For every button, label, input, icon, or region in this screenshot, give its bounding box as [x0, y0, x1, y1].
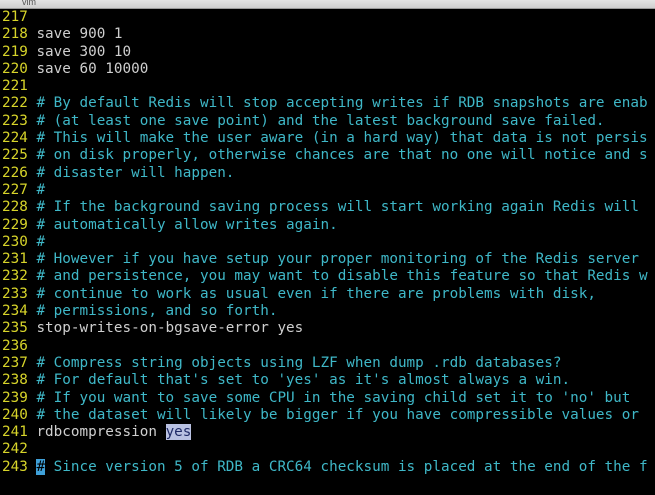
editor-line[interactable]: 228 # If the background saving process w…: [0, 199, 655, 216]
editor-line[interactable]: 220 save 60 10000: [0, 61, 655, 78]
line-number: 240: [2, 406, 28, 423]
editor-line[interactable]: 229 # automatically allow writes again.: [0, 217, 655, 234]
editor-line[interactable]: 221: [0, 78, 655, 95]
editor-line[interactable]: 234 # permissions, and so forth.: [0, 303, 655, 320]
editor-line[interactable]: 235 stop-writes-on-bgsave-error yes: [0, 320, 655, 337]
comment-text: # Compress string objects using LZF when…: [36, 354, 562, 371]
comment-text: # This will make the user aware (in a ha…: [36, 130, 648, 147]
line-number: 241: [2, 424, 28, 441]
editor-line[interactable]: 239 # If you want to save some CPU in th…: [0, 390, 655, 407]
line-text: stop-writes-on-bgsave-error yes: [36, 320, 304, 337]
line-text: rdbcompression: [36, 424, 166, 441]
line-number: 242: [2, 441, 28, 458]
line-number: 217: [2, 9, 28, 25]
line-number: 230: [2, 233, 28, 250]
line-text: Since version 5 of RDB a CRC64 checksum …: [45, 458, 648, 475]
comment-text: # If you want to save some CPU in the sa…: [36, 389, 631, 406]
line-number: 220: [2, 60, 28, 77]
search-match-highlight: yes: [165, 424, 192, 441]
comment-text: # For default that's set to 'yes' as it'…: [36, 372, 571, 389]
editor-line[interactable]: 236: [0, 338, 655, 355]
line-number: 231: [2, 251, 28, 268]
editor-line[interactable]: 233 # continue to work as usual even if …: [0, 286, 655, 303]
line-number: 227: [2, 181, 28, 198]
line-number: 229: [2, 216, 28, 233]
comment-text: #: [36, 181, 46, 198]
comment-text: # on disk properly, otherwise chances ar…: [36, 147, 648, 164]
editor-line[interactable]: 231 # However if you have setup your pro…: [0, 251, 655, 268]
line-number: 224: [2, 130, 28, 147]
line-text: save 300 10: [36, 43, 132, 60]
comment-text: # automatically allow writes again.: [36, 216, 338, 233]
vim-editor-buffer[interactable]: 217 218 save 900 1 219 save 300 10 220 sav…: [0, 9, 655, 495]
text-cursor: #: [36, 458, 46, 475]
line-number: 235: [2, 320, 28, 337]
editor-line[interactable]: 241 rdbcompression yes: [0, 424, 655, 441]
editor-line[interactable]: 227 #: [0, 182, 655, 199]
line-number: 237: [2, 354, 28, 371]
line-number: 222: [2, 95, 28, 112]
line-number: 234: [2, 303, 28, 320]
editor-line[interactable]: 226 # disaster will happen.: [0, 165, 655, 182]
line-text: save 900 1: [36, 26, 123, 43]
editor-line[interactable]: 237 # Compress string objects using LZF …: [0, 355, 655, 372]
editor-line[interactable]: 218 save 900 1: [0, 26, 655, 43]
editor-line[interactable]: 225 # on disk properly, otherwise chance…: [0, 147, 655, 164]
window-title: vim: [22, 0, 36, 7]
window-titlebar: vim: [0, 0, 655, 9]
line-number: 221: [2, 78, 28, 95]
editor-line[interactable]: 217: [0, 9, 655, 26]
editor-line[interactable]: 238 # For default that's set to 'yes' as…: [0, 372, 655, 389]
comment-text: # disaster will happen.: [36, 164, 235, 181]
line-number: 236: [2, 337, 28, 354]
editor-line[interactable]: 232 # and persistence, you may want to d…: [0, 268, 655, 285]
comment-text: # By default Redis will stop accepting w…: [36, 95, 648, 112]
line-number: 243: [2, 458, 28, 475]
editor-line[interactable]: 243 # Since version 5 of RDB a CRC64 che…: [0, 458, 655, 476]
comment-text: # and persistence, you may want to disab…: [36, 268, 648, 285]
comment-text: # the dataset will likely be bigger if y…: [36, 406, 639, 423]
editor-line[interactable]: 240 # the dataset will likely be bigger …: [0, 407, 655, 424]
editor-line[interactable]: 224 # This will make the user aware (in …: [0, 130, 655, 147]
comment-text: #: [36, 233, 46, 250]
comment-text: # continue to work as usual even if ther…: [36, 285, 596, 302]
editor-line[interactable]: 219 save 300 10: [0, 44, 655, 61]
line-number: 238: [2, 372, 28, 389]
editor-line[interactable]: 223 # (at least one save point) and the …: [0, 113, 655, 130]
line-number: 218: [2, 26, 28, 43]
comment-text: # However if you have setup your proper …: [36, 251, 639, 268]
editor-line[interactable]: 222 # By default Redis will stop accepti…: [0, 95, 655, 112]
line-number: 239: [2, 389, 28, 406]
editor-line[interactable]: 242: [0, 441, 655, 458]
editor-line[interactable]: 230 #: [0, 234, 655, 251]
line-number: 219: [2, 43, 28, 60]
line-number: 232: [2, 268, 28, 285]
line-number: 226: [2, 164, 28, 181]
comment-text: # (at least one save point) and the late…: [36, 112, 605, 129]
line-number: 228: [2, 199, 28, 216]
line-number: 225: [2, 147, 28, 164]
comment-text: # If the background saving process will …: [36, 199, 639, 216]
line-text: save 60 10000: [36, 60, 149, 77]
comment-text: # permissions, and so forth.: [36, 303, 278, 320]
line-number: 223: [2, 112, 28, 129]
line-number: 233: [2, 285, 28, 302]
